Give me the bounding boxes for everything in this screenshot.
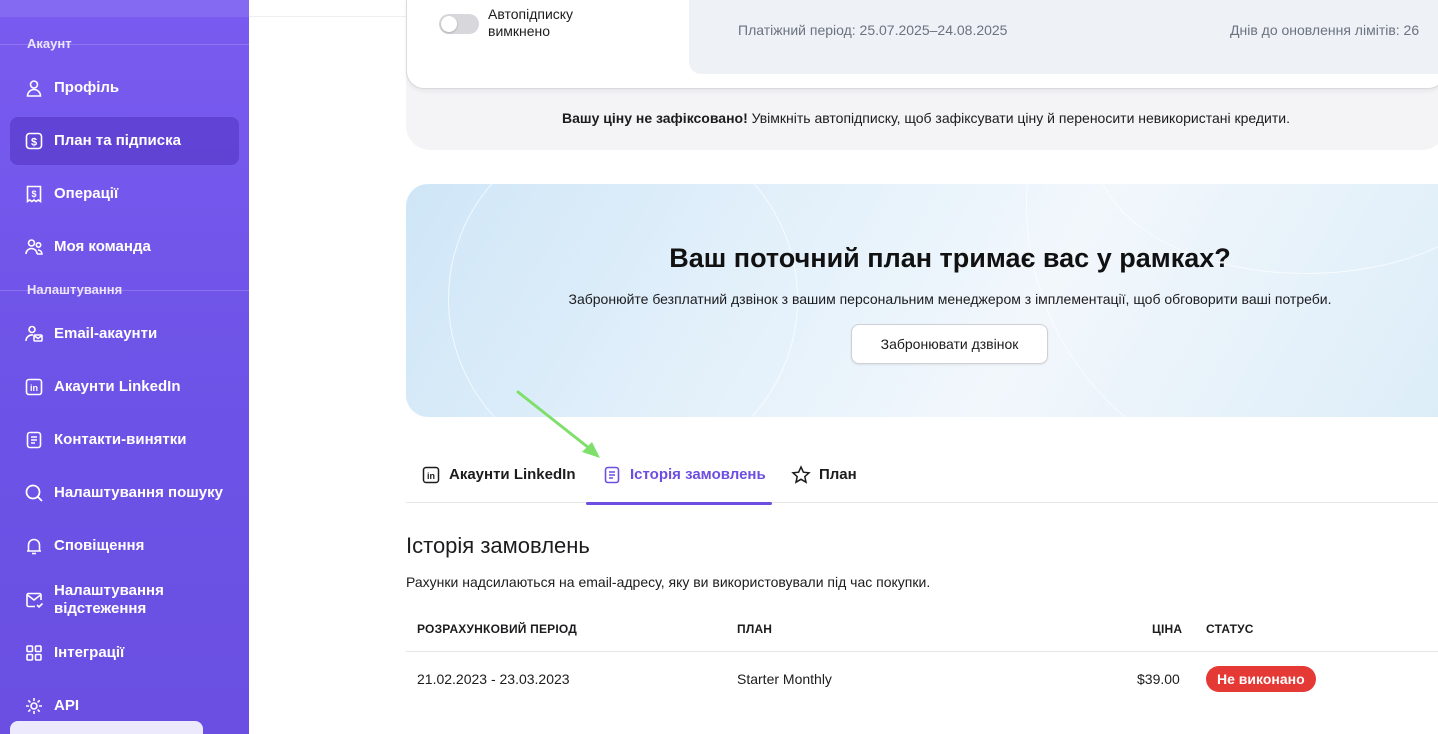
sidebar-item-integrations[interactable]: Інтеграції [10, 629, 239, 677]
column-header-price: ЦІНА [1152, 622, 1183, 636]
document-icon [24, 430, 44, 450]
order-history-title: Історія замовлень [406, 533, 590, 558]
column-header-status: СТАТУС [1206, 622, 1254, 636]
svg-text:in: in [427, 471, 435, 481]
sidebar-item-team[interactable]: Моя команда [10, 223, 239, 271]
sidebar-item-label: Інтеграції [54, 644, 125, 661]
autorenew-label: Автопідписку вимкнено [488, 6, 574, 39]
sidebar: Акаунт Профіль $ План та підписка $ Опер… [0, 0, 249, 734]
tab-label: Історія замовлень [630, 466, 766, 483]
sidebar-item-search-settings[interactable]: Налаштування пошуку [10, 469, 239, 517]
tab-plan[interactable]: План [791, 446, 857, 503]
table-row: 21.02.2023 - 23.03.2023 Starter Monthly … [406, 652, 1438, 708]
tab-order-history[interactable]: Історія замовлень [586, 446, 772, 505]
sidebar-item-profile[interactable]: Профіль [10, 64, 239, 112]
book-call-button[interactable]: Забронювати дзвінок [851, 324, 1048, 364]
sidebar-item-linkedin[interactable]: in Акаунти LinkedIn [10, 363, 239, 411]
price-warning: Вашу ціну не зафіксовано! Увімкніть авто… [406, 110, 1438, 126]
toggle-knob [441, 16, 457, 32]
sidebar-item-plan[interactable]: $ План та підписка [10, 117, 239, 165]
tab-label: План [819, 466, 857, 483]
price-warning-text: Увімкніть автопідписку, щоб зафіксувати … [747, 110, 1290, 126]
sidebar-item-label: API [54, 697, 80, 714]
sidebar-item-exceptions[interactable]: Контакти-винятки [10, 416, 239, 464]
receipt-icon: $ [24, 184, 44, 204]
cell-period: 21.02.2023 - 23.03.2023 [417, 671, 570, 687]
table-header: РОЗРАХУНКОВИЙ ПЕРІОД ПЛАН ЦІНА СТАТУС [406, 604, 1438, 652]
banner-title: Ваш поточний план тримає вас у рамках? [669, 243, 1231, 273]
status-badge: Не виконано [1206, 666, 1316, 692]
svg-text:in: in [30, 383, 38, 393]
sidebar-item-operations[interactable]: $ Операції [10, 170, 239, 218]
grid-icon [24, 643, 44, 663]
divider [0, 290, 249, 291]
cell-price: $39.00 [1137, 671, 1180, 687]
svg-text:$: $ [31, 189, 36, 199]
sidebar-item-label: Профіль [54, 79, 120, 96]
billing-period: Платіжний період: 25.07.2025–24.08.2025 [738, 22, 1008, 38]
sidebar-item-notifications[interactable]: Сповіщення [10, 522, 239, 570]
divider [0, 44, 249, 45]
app-window: Акаунт Профіль $ План та підписка $ Опер… [0, 0, 1438, 734]
annotation-arrow-icon [516, 390, 600, 458]
star-icon [791, 464, 811, 485]
sidebar-bottom-button[interactable] [10, 721, 203, 734]
price-warning-bold: Вашу ціну не зафіксовано! [562, 110, 748, 126]
sidebar-item-label: Налаштування пошуку [54, 484, 223, 501]
sidebar-item-label: Моя команда [54, 238, 151, 255]
autorenew-toggle[interactable] [439, 14, 479, 34]
order-history-subtitle: Рахунки надсилаються на email-адресу, як… [406, 574, 931, 590]
sidebar-item-label: Акаунти LinkedIn [54, 378, 181, 395]
svg-text:$: $ [31, 137, 37, 149]
sidebar-item-label: Контакти-винятки [54, 431, 187, 448]
user-icon [24, 78, 44, 98]
column-header-period: РОЗРАХУНКОВИЙ ПЕРІОД [417, 622, 578, 636]
column-header-plan: ПЛАН [737, 622, 773, 636]
email-account-icon [24, 324, 44, 344]
dollar-icon: $ [24, 131, 44, 151]
tab-label: Акаунти LinkedIn [449, 466, 576, 483]
cell-plan: Starter Monthly [737, 671, 832, 687]
days-until-reset: Днів до оновлення лімітів: 26 [1230, 22, 1420, 38]
bell-icon [24, 536, 44, 556]
gear-icon [24, 696, 44, 716]
document-icon [602, 465, 622, 485]
sidebar-item-tracking[interactable]: Налаштування відстеження [10, 575, 239, 625]
sidebar-item-label: Сповіщення [54, 537, 145, 554]
sidebar-item-label: Email-акаунти [54, 325, 158, 342]
team-icon [24, 237, 44, 257]
banner-subtitle: Забронюйте безплатний дзвінок з вашим пе… [568, 291, 1332, 307]
sidebar-item-label: Операції [54, 185, 119, 202]
mail-tracking-icon [24, 590, 44, 610]
sidebar-item-email-accounts[interactable]: Email-акаунти [10, 310, 239, 358]
sidebar-top-strip [0, 0, 249, 17]
sidebar-item-label: План та підписка [54, 132, 181, 149]
sidebar-item-label: Налаштування відстеження [54, 582, 164, 617]
linkedin-icon: in [421, 465, 441, 485]
linkedin-icon: in [24, 377, 44, 397]
search-icon [24, 483, 44, 503]
